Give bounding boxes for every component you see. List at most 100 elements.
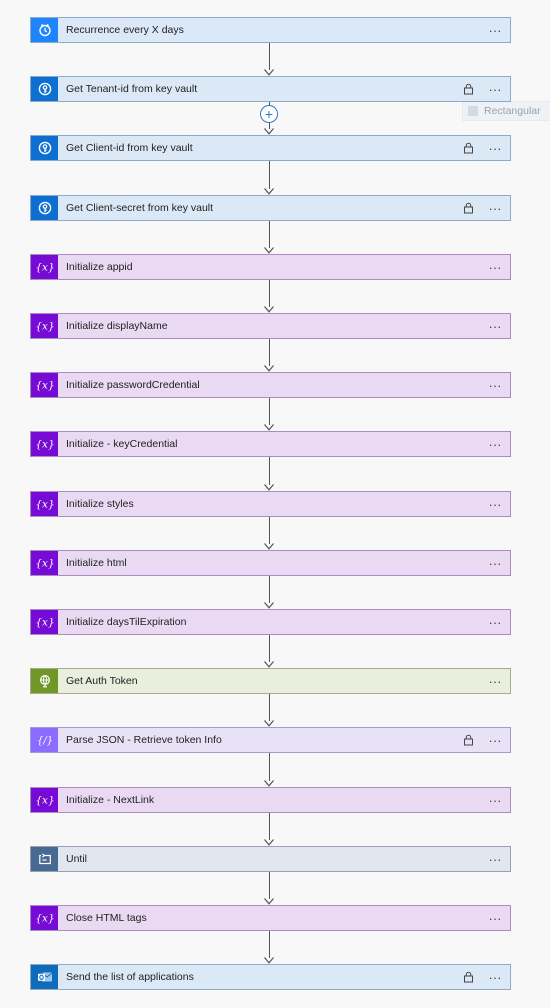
more-options-button[interactable]: ··· [482, 675, 508, 688]
loop-icon [31, 847, 58, 871]
more-options-button[interactable]: ··· [482, 438, 508, 451]
step-connector-line [269, 635, 270, 662]
lock-icon [458, 83, 478, 95]
outlook-icon [31, 965, 58, 989]
more-options-button[interactable]: ··· [482, 202, 508, 215]
variable-icon: {x} [31, 551, 58, 575]
globe-icon [31, 669, 58, 693]
step-connector-line [269, 931, 270, 958]
connector-arrow [264, 484, 274, 491]
more-options-button[interactable]: ··· [482, 794, 508, 807]
flow-step-card[interactable]: Get Tenant-id from key vault ··· [30, 76, 511, 102]
more-options-button[interactable]: ··· [482, 320, 508, 333]
more-options-button[interactable]: ··· [482, 557, 508, 570]
connector-arrow [264, 188, 274, 195]
flow-step-card[interactable]: Recurrence every X days ··· [30, 17, 511, 43]
flow-step-card[interactable]: Get Client-secret from key vault ··· [30, 195, 511, 221]
connector-arrow [264, 957, 274, 964]
step-title: Initialize displayName [66, 320, 168, 332]
connector-arrow [264, 839, 274, 846]
more-options-button[interactable]: ··· [482, 616, 508, 629]
lock-icon [458, 971, 478, 983]
more-options-button[interactable]: ··· [482, 734, 508, 747]
svg-text:{x}: {x} [36, 439, 54, 451]
step-connector-line [269, 813, 270, 840]
step-connector-line [269, 576, 270, 603]
step-title: Initialize - NextLink [66, 794, 155, 806]
step-title: Get Tenant-id from key vault [66, 83, 198, 95]
flow-step-card[interactable]: Get Client-id from key vault ··· [30, 135, 511, 161]
flow-step-card[interactable]: {x} Initialize styles ··· [30, 491, 511, 517]
flow-step-card[interactable]: {x} Initialize displayName ··· [30, 313, 511, 339]
step-connector-line [269, 280, 270, 307]
step-connector-line [269, 753, 270, 781]
connector-arrow [264, 247, 274, 254]
more-options-button[interactable]: ··· [482, 853, 508, 866]
key-vault-icon [31, 77, 58, 101]
flow-step-card[interactable]: {x} Initialize - NextLink ··· [30, 787, 511, 813]
svg-text:{x}: {x} [36, 380, 54, 392]
svg-text:{x}: {x} [36, 499, 54, 511]
svg-text:{x}: {x} [36, 795, 54, 807]
flow-step-card[interactable]: Until ··· [30, 846, 511, 872]
ghost-label: Rectangular [484, 105, 541, 117]
lock-icon [458, 202, 478, 214]
step-connector-line [269, 872, 270, 899]
more-options-button[interactable]: ··· [482, 971, 508, 984]
variable-icon: {x} [31, 906, 58, 930]
step-connector-line [269, 221, 270, 248]
ghost-icon [468, 106, 478, 116]
flow-step-card[interactable]: Get Auth Token ··· [30, 668, 511, 694]
variable-icon: {x} [31, 492, 58, 516]
svg-text:{x}: {x} [36, 262, 54, 274]
flow-step-card[interactable]: {x} Initialize appid ··· [30, 254, 511, 280]
variable-icon: {x} [31, 610, 58, 634]
more-options-button[interactable]: ··· [482, 83, 508, 96]
connector-arrow [264, 898, 274, 905]
more-options-button[interactable]: ··· [482, 261, 508, 274]
flow-step-card[interactable]: {x} Initialize html ··· [30, 550, 511, 576]
connector-arrow [264, 424, 274, 431]
step-connector-line [269, 398, 270, 425]
clock-icon [31, 18, 58, 42]
variable-icon: {x} [31, 373, 58, 397]
more-options-button[interactable]: ··· [482, 142, 508, 155]
step-title: Initialize html [66, 557, 127, 569]
step-connector-line [269, 694, 270, 721]
step-title: Get Auth Token [66, 675, 138, 687]
more-options-button[interactable]: ··· [482, 379, 508, 392]
step-title: Close HTML tags [66, 912, 147, 924]
more-options-button[interactable]: ··· [482, 498, 508, 511]
connector-arrow [264, 306, 274, 313]
svg-text:{x}: {x} [36, 913, 54, 925]
step-connector-line [269, 517, 270, 544]
step-title: Initialize appid [66, 261, 133, 273]
svg-text:{x}: {x} [36, 321, 54, 333]
svg-text:{x}: {x} [36, 558, 54, 570]
flow-step-card[interactable]: {x} Initialize - keyCredential ··· [30, 431, 511, 457]
flow-step-card[interactable]: {x} Initialize daysTilExpiration ··· [30, 609, 511, 635]
flow-step-card[interactable]: {x} Initialize passwordCredential ··· [30, 372, 511, 398]
step-connector-line [269, 161, 270, 189]
connector-arrow [264, 661, 274, 668]
step-title: Initialize daysTilExpiration [66, 616, 187, 628]
step-title: Initialize - keyCredential [66, 438, 178, 450]
more-options-button[interactable]: ··· [482, 24, 508, 37]
flow-step-card[interactable]: {/} Parse JSON - Retrieve token Info ··· [30, 727, 511, 753]
step-connector-line [269, 457, 270, 485]
flow-step-card[interactable]: Send the list of applications ··· [30, 964, 511, 990]
drag-ghost-tooltip: Rectangular [462, 101, 550, 121]
connector-arrow [264, 128, 274, 135]
key-vault-icon [31, 136, 58, 160]
lock-icon [458, 734, 478, 746]
step-title: Get Client-id from key vault [66, 142, 193, 154]
connector-arrow [264, 720, 274, 727]
flow-step-card[interactable]: {x} Close HTML tags ··· [30, 905, 511, 931]
more-options-button[interactable]: ··· [482, 912, 508, 925]
key-vault-icon [31, 196, 58, 220]
connector-arrow [264, 69, 274, 76]
step-title: Parse JSON - Retrieve token Info [66, 734, 222, 746]
step-title: Initialize styles [66, 498, 134, 510]
step-title: Recurrence every X days [66, 24, 184, 36]
insert-step-button[interactable]: + [260, 105, 278, 123]
